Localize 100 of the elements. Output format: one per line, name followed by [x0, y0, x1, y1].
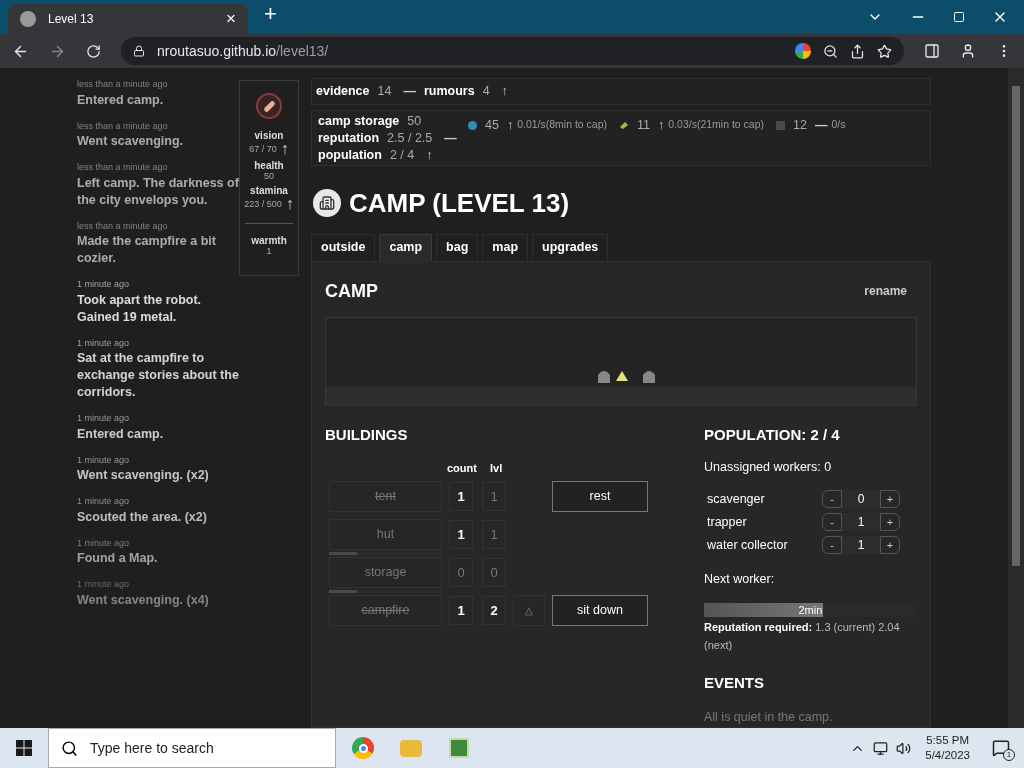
worker-count: 1 — [842, 536, 880, 554]
url-text: nroutasuo.github.io/level13/ — [157, 41, 330, 61]
stat-value: 2.5 / 2.5 — [387, 129, 433, 147]
profile-icon[interactable] — [960, 43, 976, 59]
log-message: Entered camp. — [77, 425, 165, 443]
log-message: Made the campfire a bit cozier. — [77, 233, 217, 267]
tab[interactable]: camp — [379, 233, 433, 261]
action-button[interactable]: rest — [552, 480, 648, 512]
increase-button[interactable]: + — [880, 536, 900, 554]
events-text: All is quiet in the camp. — [704, 709, 834, 727]
stat-value: 50 — [407, 112, 422, 130]
clock-date: 5/4/2023 — [925, 748, 970, 763]
notification-icon[interactable] — [992, 739, 1010, 757]
tab[interactable]: map — [482, 233, 529, 261]
action-button[interactable]: sit down — [552, 594, 648, 626]
log-time: 1 minute ago — [77, 412, 131, 425]
stat-label: camp storage — [318, 112, 400, 130]
lock-icon — [133, 45, 145, 57]
log-time: 1 minute ago — [77, 536, 131, 550]
new-tab-button[interactable]: + — [264, 0, 277, 30]
network-icon[interactable] — [873, 740, 889, 756]
resource-label: rumours — [423, 83, 475, 101]
log-message: Left camp. The darkness of the city envelops you. — [77, 174, 239, 209]
volume-icon[interactable] — [896, 740, 912, 756]
chrome-icon[interactable] — [352, 737, 374, 759]
browser-tab[interactable]: Level 13 × — [8, 4, 248, 34]
bookmark-icon[interactable] — [877, 43, 892, 59]
level-value: 2 — [482, 595, 506, 625]
level-value: 1 — [482, 519, 506, 549]
stat-value: 223 / 500 — [244, 198, 282, 210]
trend-arrow: ↑ — [280, 141, 289, 157]
restore-icon[interactable] — [953, 11, 965, 23]
worker-count: 0 — [842, 490, 880, 508]
tab[interactable]: bag — [436, 233, 479, 261]
level-value: 0 — [482, 557, 506, 587]
log-message: Entered camp. — [77, 91, 165, 109]
stat-label: health — [254, 160, 284, 171]
close-tab-button[interactable]: × — [226, 6, 236, 32]
column-header: lvl — [489, 461, 503, 477]
spreadsheet-icon[interactable] — [449, 738, 469, 758]
share-icon[interactable] — [850, 43, 865, 59]
zoom-icon[interactable] — [823, 43, 838, 59]
worker-name: water collector — [707, 536, 789, 554]
stat-value: 2 / 4 — [389, 146, 415, 164]
log-message: Took apart the robot. Gained 19 metal. — [77, 291, 203, 326]
count-value: 1 — [449, 519, 473, 549]
scrollbar[interactable] — [1008, 68, 1024, 728]
log-message: Went scavenging. — [77, 133, 185, 150]
tab[interactable]: outside — [311, 233, 376, 261]
windows-icon[interactable] — [16, 740, 32, 756]
next-worker-label: Next worker: — [704, 571, 776, 588]
increase-button[interactable]: + — [880, 490, 900, 508]
worker-name: scavenger — [707, 490, 766, 508]
rename-link[interactable]: rename — [864, 282, 907, 301]
resource-amount: 12 — [793, 116, 807, 134]
log-time: less than a minute ago — [77, 219, 169, 233]
trend-arrow: ↑ — [506, 119, 514, 132]
stat-value: 50 — [264, 171, 274, 182]
increase-button[interactable]: + — [880, 513, 900, 531]
tab[interactable]: upgrades — [532, 233, 609, 261]
trend-arrow: — — [403, 85, 416, 98]
trend-arrow: ↑ — [501, 85, 508, 98]
bandage-icon — [256, 93, 282, 119]
stat-label: population — [318, 146, 382, 164]
google-icon[interactable] — [795, 43, 811, 59]
stat-label: vision — [254, 130, 284, 141]
reputation-text: Reputation required: 1.3 (current) 2.04 (next) — [704, 619, 901, 653]
stat-label: reputation — [318, 129, 380, 147]
log-time: less than a minute ago — [77, 161, 169, 174]
log-time: 1 minute ago — [77, 578, 131, 591]
stat-label: stamina — [250, 185, 288, 196]
building-button[interactable]: hut — [329, 518, 442, 550]
upgrade-button[interactable]: △ — [513, 594, 545, 626]
resource-value: 14 — [377, 83, 392, 101]
search-icon — [61, 739, 78, 757]
stat-value: 1 — [266, 246, 272, 257]
panel-title: CAMP — [325, 279, 378, 303]
side-panel-icon[interactable] — [924, 43, 940, 59]
log-message: Went scavenging. (x4) — [77, 591, 210, 609]
address-field[interactable]: nroutasuo.github.io/level13/ — [121, 37, 904, 65]
level-value: 1 — [482, 481, 506, 511]
log-time: 1 minute ago — [77, 336, 131, 350]
trend-arrow: ↑ — [426, 149, 433, 162]
unassigned-text: Unassigned workers: 0 — [704, 459, 833, 477]
log-time: less than a minute ago — [77, 78, 169, 91]
resource-rate: 0.03/s(21min to cap) — [668, 117, 764, 133]
notification-count: 1 — [1003, 749, 1015, 761]
log-time: less than a minute ago — [77, 119, 169, 133]
count-value: 1 — [449, 481, 473, 511]
clock-time: 5:55 PM — [926, 733, 970, 748]
search-field[interactable]: Type here to search — [48, 728, 336, 768]
log-message: Sat at the campfire to exchange stories about the corridors. — [77, 350, 239, 401]
column-header: count — [447, 461, 477, 477]
section-title: BUILDINGS — [325, 424, 409, 445]
tab-title: Level 13 — [48, 11, 95, 28]
camp-icon — [313, 189, 341, 218]
stat-label: warmth — [251, 235, 287, 246]
resource-value: 4 — [482, 83, 490, 101]
reload-icon[interactable] — [86, 43, 101, 59]
count-value: 1 — [449, 595, 473, 625]
